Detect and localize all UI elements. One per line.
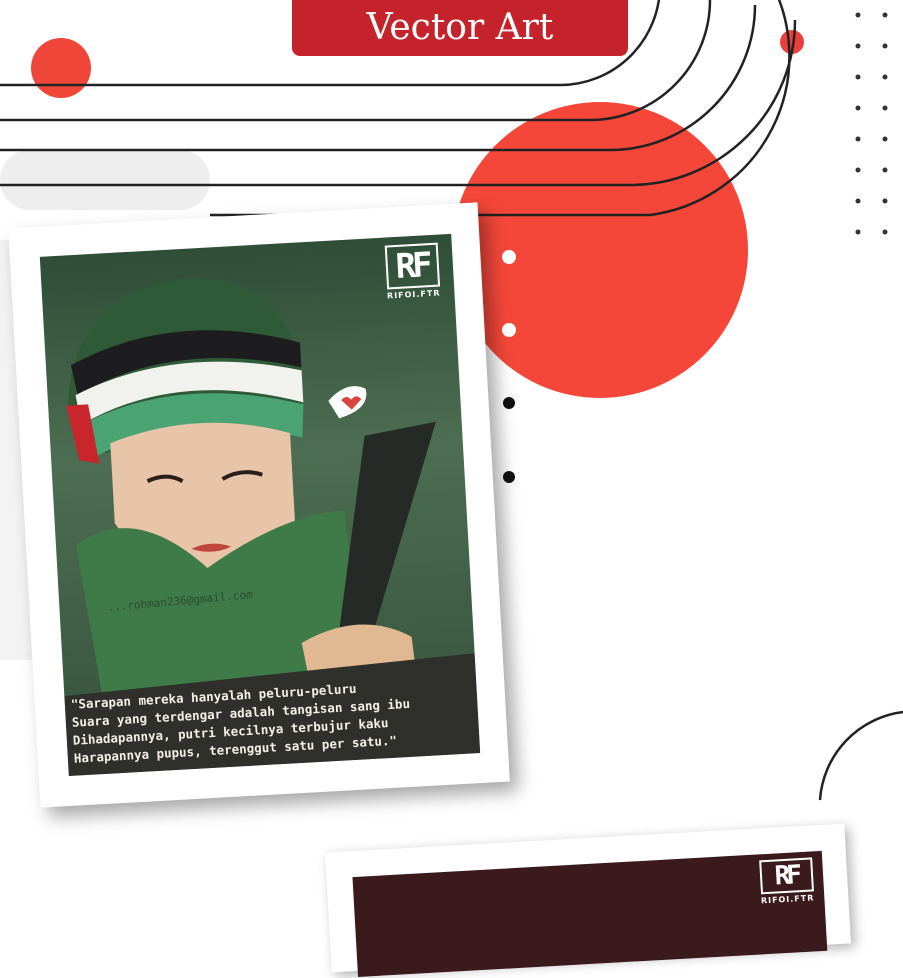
artwork-illustration: RF RIFOI.FTR ...rohman236@gmail.com "Sar… [39, 233, 481, 777]
title-banner: Vector Art [292, 0, 628, 56]
logo-text: RIFOI.FTR [760, 893, 815, 906]
second-artwork-illustration: RF RIFOI.FTR [352, 850, 828, 977]
artwork-card: RF RIFOI.FTR ...rohman236@gmail.com "Sar… [8, 202, 510, 808]
big-red-circle [452, 102, 748, 398]
small-red-dot [31, 38, 91, 98]
logo-mark: RF [384, 242, 441, 290]
page-title: Vector Art [366, 6, 554, 48]
artist-logo: RF RIFOI.FTR [384, 242, 441, 301]
second-artist-logo: RF RIFOI.FTR [758, 857, 815, 906]
logo-mark: RF [758, 857, 814, 895]
